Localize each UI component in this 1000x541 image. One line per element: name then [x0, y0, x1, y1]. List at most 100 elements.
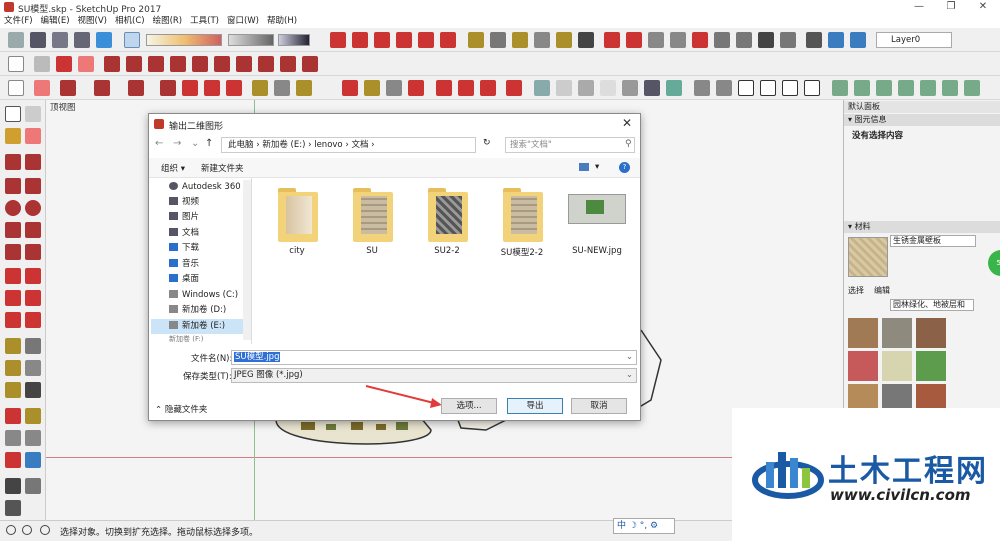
circle-tool-icon[interactable]	[5, 200, 21, 216]
scale-side-icon[interactable]	[5, 312, 21, 328]
three-point-arc-icon[interactable]	[280, 56, 296, 72]
freehand-tool-icon[interactable]	[25, 154, 41, 170]
pan-side-icon[interactable]	[25, 408, 41, 424]
drape-icon[interactable]	[920, 80, 936, 96]
wireframe-icon[interactable]	[578, 80, 594, 96]
hide-folders-toggle[interactable]: ⌃ 隐藏文件夹	[155, 403, 207, 415]
stamp-icon[interactable]	[898, 80, 914, 96]
ime-bar[interactable]: 中 ☽ °, ⚙	[613, 518, 675, 534]
filename-input[interactable]: SU模型.jpg ⌄	[231, 350, 637, 365]
follow-me-side-icon[interactable]	[25, 290, 41, 306]
material-swatch[interactable]	[916, 318, 946, 348]
back-edges-icon[interactable]	[556, 80, 572, 96]
shape-icon[interactable]	[128, 80, 144, 96]
protractor-side-icon[interactable]	[5, 360, 21, 376]
organize-button[interactable]: 组织 ▾	[161, 162, 185, 174]
view-mode-icon[interactable]	[579, 163, 589, 171]
rectangle-icon[interactable]	[148, 56, 164, 72]
help-icon[interactable]: ?	[619, 162, 630, 173]
component-tool-icon[interactable]	[25, 106, 41, 122]
minimize-icon[interactable]: —	[904, 1, 934, 13]
material-swatch[interactable]	[848, 351, 878, 381]
entity-info-header[interactable]: ▾ 图元信息	[844, 114, 1000, 126]
smoove-icon[interactable]	[876, 80, 892, 96]
zoom-extents-side-icon[interactable]	[5, 452, 21, 468]
select-arrow-icon[interactable]	[8, 56, 24, 72]
tab-edit[interactable]: 编辑	[874, 285, 890, 296]
push-pull-tool-icon[interactable]	[160, 80, 176, 96]
view-chevron-icon[interactable]: ▾	[595, 162, 599, 172]
breadcrumb-drive[interactable]: 新加卷 (E:)	[262, 140, 305, 150]
rotate-side-icon[interactable]	[5, 290, 21, 306]
shaded-textures-icon[interactable]	[644, 80, 660, 96]
pencil-icon[interactable]	[60, 80, 76, 96]
pan-icon[interactable]	[626, 32, 642, 48]
nav-item[interactable]: Windows (C:)	[169, 288, 251, 303]
menu-help[interactable]: 帮助(H)	[263, 14, 301, 28]
new-folder-button[interactable]: 新建文件夹	[201, 162, 244, 174]
make-component-icon[interactable]	[34, 56, 50, 72]
two-point-arc-side-icon[interactable]	[25, 222, 41, 238]
back-view-icon[interactable]	[782, 80, 798, 96]
pie-icon[interactable]	[302, 56, 318, 72]
paint-tool-icon[interactable]	[296, 80, 312, 96]
menu-draw[interactable]: 绘图(R)	[149, 14, 187, 28]
3d-text-icon[interactable]	[578, 32, 594, 48]
orbit-icon[interactable]	[604, 32, 620, 48]
cancel-button[interactable]: 取消	[571, 398, 627, 414]
polygon-tool-icon[interactable]	[25, 200, 41, 216]
nav-item[interactable]: 新加卷 (F:)	[169, 334, 251, 344]
warehouse-icon[interactable]	[96, 32, 112, 48]
geo-location-icon[interactable]	[6, 525, 16, 535]
zoom-window-side-icon[interactable]	[25, 430, 41, 446]
warehouse-tool-icon[interactable]	[506, 80, 522, 96]
material-library-select[interactable]: 园林绿化、地被层和	[890, 299, 974, 311]
position-camera-icon[interactable]	[714, 32, 730, 48]
sandbox-scratch-icon[interactable]	[854, 80, 870, 96]
text-side-icon[interactable]	[25, 360, 41, 376]
offset-icon[interactable]	[440, 32, 456, 48]
file-item[interactable]: SU模型2-2	[487, 184, 557, 264]
push-pull-icon[interactable]	[352, 32, 368, 48]
zoom-extents-icon[interactable]	[692, 32, 708, 48]
rotated-rect-tool-icon[interactable]	[25, 178, 41, 194]
section-display-icon[interactable]	[828, 32, 844, 48]
pie-side-icon[interactable]	[25, 244, 41, 260]
nav-scrollbar[interactable]	[243, 180, 251, 340]
walk-side-icon[interactable]	[25, 478, 41, 494]
walk-icon[interactable]	[736, 32, 752, 48]
model-info-icon[interactable]	[8, 32, 24, 48]
dimension-side-icon[interactable]	[25, 338, 41, 354]
menu-edit[interactable]: 编辑(E)	[37, 14, 74, 28]
rotated-rectangle-icon[interactable]	[170, 56, 186, 72]
menu-window[interactable]: 窗口(W)	[223, 14, 263, 28]
paint-bucket-tool-icon[interactable]	[5, 128, 21, 144]
material-swatch[interactable]	[882, 318, 912, 348]
arc-tool-icon[interactable]	[94, 80, 110, 96]
materials-header[interactable]: ▾ 材料	[844, 221, 1000, 233]
tape-tool-icon[interactable]	[252, 80, 268, 96]
material-swatch[interactable]	[916, 351, 946, 381]
follow-me-icon[interactable]	[396, 32, 412, 48]
chevron-down-icon[interactable]: ⌄	[626, 351, 633, 364]
eraser-side-icon[interactable]	[25, 128, 41, 144]
shadow-end-slider[interactable]	[278, 34, 310, 46]
up-arrow-icon[interactable]: ↑	[205, 138, 213, 149]
position-camera-side-icon[interactable]	[25, 452, 41, 468]
breadcrumb-user[interactable]: lenovo	[314, 140, 342, 150]
pan-tool-icon[interactable]	[364, 80, 380, 96]
chevron-down-icon[interactable]: ⌄	[626, 369, 633, 382]
xray-icon[interactable]	[534, 80, 550, 96]
zoom-side-icon[interactable]	[5, 430, 21, 446]
file-item[interactable]: SU2-2	[412, 184, 482, 264]
monochrome-icon[interactable]	[666, 80, 682, 96]
tab-select[interactable]: 选择	[848, 285, 864, 296]
line-icon[interactable]	[104, 56, 120, 72]
export-button[interactable]: 导出	[507, 398, 563, 414]
close-icon[interactable]: ✕	[968, 1, 998, 13]
zoom-icon[interactable]	[648, 32, 664, 48]
axes-icon[interactable]	[556, 32, 572, 48]
two-point-arc-icon[interactable]	[258, 56, 274, 72]
section-side-icon[interactable]	[5, 500, 21, 516]
section-fill-icon[interactable]	[850, 32, 866, 48]
